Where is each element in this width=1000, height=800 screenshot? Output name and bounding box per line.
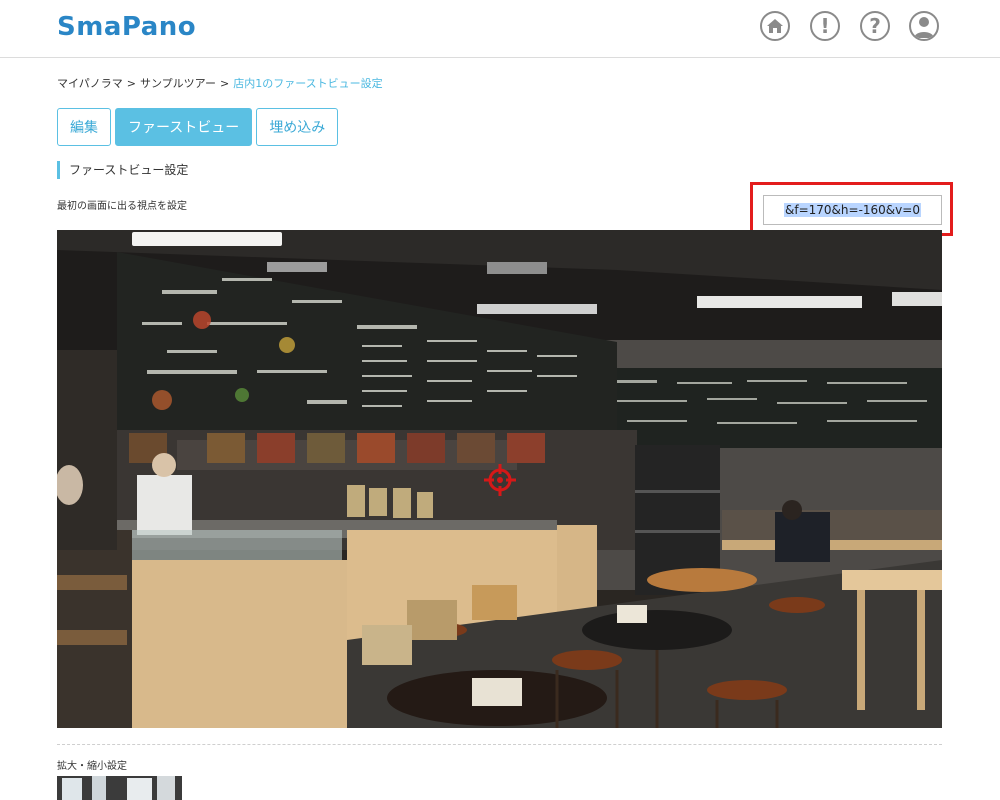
app-header: SmaPano ! ? bbox=[0, 0, 1000, 58]
user-icon[interactable] bbox=[909, 11, 939, 41]
breadcrumb-separator: > bbox=[126, 77, 136, 90]
section-title: ファーストビュー設定 bbox=[57, 161, 188, 179]
home-icon[interactable] bbox=[760, 11, 790, 41]
app-logo[interactable]: SmaPano bbox=[57, 12, 196, 42]
breadcrumb-item-sample-tour[interactable]: サンプルツアー bbox=[140, 77, 216, 90]
tab-embed[interactable]: 埋め込み bbox=[256, 108, 339, 146]
help-icon[interactable]: ? bbox=[860, 11, 890, 41]
panorama-viewer[interactable] bbox=[57, 230, 942, 728]
section-divider bbox=[57, 744, 942, 745]
view-param-value: &f=170&h=-160&v=0 bbox=[784, 203, 921, 217]
breadcrumb-item-mypanorama[interactable]: マイパノラマ bbox=[57, 77, 123, 90]
view-param-field[interactable]: &f=170&h=-160&v=0 bbox=[763, 195, 942, 225]
breadcrumb-separator: > bbox=[220, 77, 230, 90]
alert-icon[interactable]: ! bbox=[810, 11, 840, 41]
zoom-section-label: 拡大・縮小設定 bbox=[57, 761, 127, 772]
tab-first-view[interactable]: ファーストビュー bbox=[115, 108, 253, 146]
section-description: 最初の画面に出る視点を設定 bbox=[57, 201, 187, 212]
view-center-target-icon[interactable] bbox=[488, 468, 512, 492]
breadcrumb-current: 店内1のファーストビュー設定 bbox=[233, 77, 383, 90]
breadcrumb: マイパノラマ > サンプルツアー > 店内1のファーストビュー設定 bbox=[57, 75, 383, 91]
tab-bar: 編集 ファーストビュー 埋め込み bbox=[57, 108, 339, 146]
zoom-preview-thumbnail bbox=[57, 776, 182, 800]
tab-edit[interactable]: 編集 bbox=[57, 108, 111, 146]
